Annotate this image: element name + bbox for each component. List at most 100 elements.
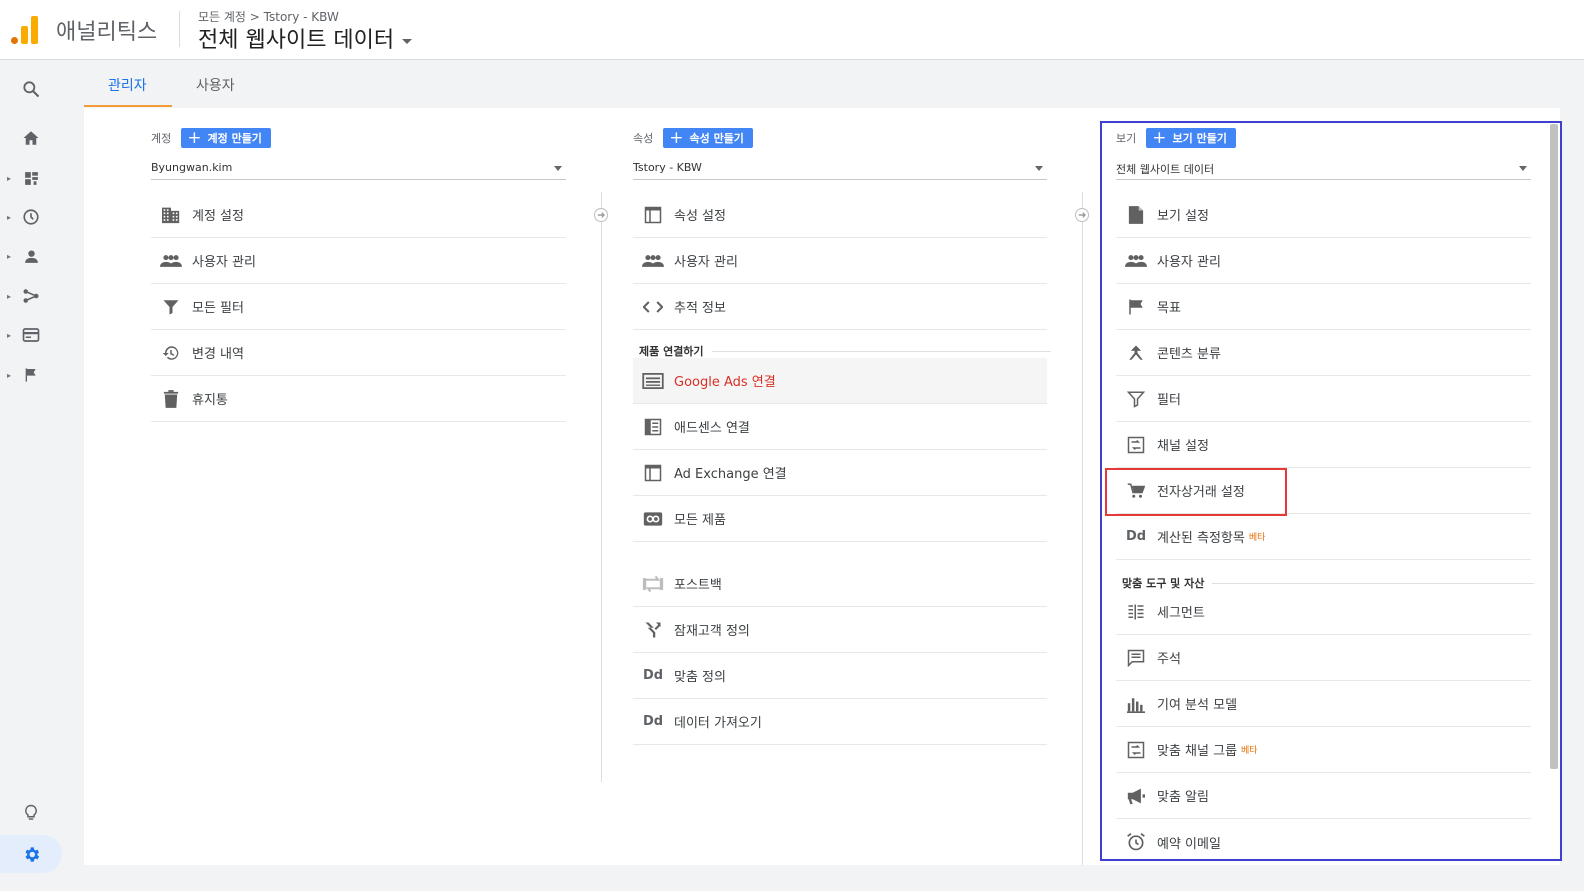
nav-discover[interactable] [0, 798, 62, 828]
tab-underline [84, 105, 172, 107]
ad-exchange-icon [642, 462, 664, 484]
arrow-right-circle-icon [594, 208, 608, 222]
product-linking-heading: 제품 연결하기 [639, 343, 1051, 359]
audience-icon [642, 619, 664, 641]
chevron-down-icon [1035, 166, 1043, 171]
all-products-label: 모든 제품 [674, 513, 726, 528]
nav-realtime[interactable]: ▸ [0, 202, 62, 232]
dashboard-icon [24, 171, 38, 185]
clock-icon [23, 209, 39, 225]
custom-definition-icon: Dd [642, 668, 664, 683]
nav-conversions[interactable]: ▸ [0, 360, 62, 390]
chevron-down-icon [554, 166, 562, 171]
audience-definitions-label: 잠재고객 정의 [674, 624, 750, 639]
home-icon [23, 131, 39, 145]
expand-arrow-icon: ▸ [7, 370, 12, 380]
admin-tabs: 관리자 사용자 [84, 61, 1560, 107]
postbacks-label: 포스트백 [674, 578, 722, 593]
google-ads-link-row[interactable]: Google Ads 연결 [633, 358, 1047, 404]
create-property-button[interactable]: + 속성 만들기 [663, 128, 753, 148]
chevron-down-icon [402, 38, 413, 44]
nav-admin[interactable] [0, 835, 62, 873]
plus-icon: + [669, 127, 684, 148]
nav-customization[interactable]: ▸ [0, 163, 62, 193]
create-account-button[interactable]: + 계정 만들기 [181, 128, 271, 148]
property-label: 속성 [633, 132, 654, 145]
plus-icon: + [187, 127, 202, 148]
top-bar: 애널리틱스 모든 계정 > Tstory - KBW 전체 웹사이트 데이터 [0, 0, 1584, 60]
search-icon [23, 81, 40, 98]
expand-arrow-icon: ▸ [7, 251, 12, 261]
tracking-info-row[interactable]: 추적 정보 [633, 284, 1047, 330]
product-linking-label: 제품 연결하기 [639, 345, 704, 358]
all-products-row[interactable]: 모든 제품 [633, 496, 1047, 542]
arrow-right-circle-icon [1075, 208, 1089, 222]
tracking-info-label: 추적 정보 [674, 301, 726, 316]
nav-acquisition[interactable]: ▸ [0, 281, 62, 311]
expand-arrow-icon: ▸ [7, 330, 12, 340]
postbacks-row[interactable]: 포스트백 [633, 561, 1047, 607]
property-header: 속성 + 속성 만들기 [633, 128, 753, 148]
ecommerce-highlight-box [1105, 468, 1287, 516]
account-header: 계정 + 계정 만들기 [151, 128, 271, 148]
account-all-filters-row[interactable]: 모든 필터 [151, 284, 566, 330]
account-change-history-label: 변경 내역 [192, 347, 244, 362]
account-label: 계정 [151, 132, 172, 145]
nav-audience[interactable]: ▸ [0, 241, 62, 271]
left-nav: ▸ ▸ ▸ ▸ ▸ ▸ [0, 61, 62, 891]
custom-definitions-row[interactable]: Dd 맞춤 정의 [633, 653, 1047, 699]
adsense-icon [642, 416, 664, 438]
view-selector[interactable]: 전체 웹사이트 데이터 [198, 22, 413, 54]
account-settings-label: 계정 설정 [192, 209, 244, 224]
acquisition-icon [23, 289, 39, 303]
behavior-icon [22, 328, 40, 342]
postback-icon [642, 573, 664, 595]
property-settings-row[interactable]: 속성 설정 [633, 192, 1047, 238]
property-user-management-row[interactable]: 사용자 관리 [633, 238, 1047, 284]
property-user-management-label: 사용자 관리 [674, 255, 738, 270]
nav-search[interactable] [0, 74, 62, 104]
filter-icon [160, 296, 182, 318]
property-icon [642, 204, 664, 226]
building-icon [160, 204, 182, 226]
column-divider [601, 192, 602, 782]
code-icon [642, 296, 664, 318]
expand-arrow-icon: ▸ [7, 212, 12, 222]
analytics-logo-icon[interactable] [11, 14, 39, 44]
brand-name: 애널리틱스 [56, 20, 158, 45]
tab-user[interactable]: 사용자 [196, 75, 235, 95]
account-all-filters-label: 모든 필터 [192, 301, 244, 316]
person-icon [24, 249, 38, 263]
link-icon [642, 508, 664, 530]
users-icon [160, 250, 182, 272]
adsense-link-label: 애드센스 연결 [674, 421, 750, 436]
lightbulb-icon [25, 804, 37, 820]
view-title: 전체 웹사이트 데이터 [198, 28, 395, 53]
account-change-history-row[interactable]: 변경 내역 [151, 330, 566, 376]
expand-arrow-icon: ▸ [7, 173, 12, 183]
account-trash-label: 휴지통 [192, 393, 228, 408]
google-ads-link-label: Google Ads 연결 [674, 375, 776, 390]
account-select[interactable]: Byungwan.kim [151, 158, 566, 180]
nav-behavior[interactable]: ▸ [0, 320, 62, 350]
audience-definitions-row[interactable]: 잠재고객 정의 [633, 607, 1047, 653]
property-select[interactable]: Tstory - KBW [633, 158, 1047, 180]
header-divider [179, 11, 180, 47]
account-user-management-row[interactable]: 사용자 관리 [151, 238, 566, 284]
adsense-link-row[interactable]: 애드센스 연결 [633, 404, 1047, 450]
data-import-icon: Dd [642, 714, 664, 729]
users-icon [642, 250, 664, 272]
nav-home[interactable] [0, 123, 62, 153]
account-select-value: Byungwan.kim [151, 161, 233, 174]
tab-admin[interactable]: 관리자 [108, 75, 147, 95]
google-ads-icon [642, 370, 664, 392]
property-settings-label: 속성 설정 [674, 209, 726, 224]
account-settings-row[interactable]: 계정 설정 [151, 192, 566, 238]
account-trash-row[interactable]: 휴지통 [151, 376, 566, 422]
column-divider [1082, 192, 1083, 865]
custom-definitions-label: 맞춤 정의 [674, 670, 726, 685]
data-import-row[interactable]: Dd 데이터 가져오기 [633, 699, 1047, 745]
ad-exchange-link-row[interactable]: Ad Exchange 연결 [633, 450, 1047, 496]
flag-icon [25, 368, 36, 382]
expand-arrow-icon: ▸ [7, 291, 12, 301]
